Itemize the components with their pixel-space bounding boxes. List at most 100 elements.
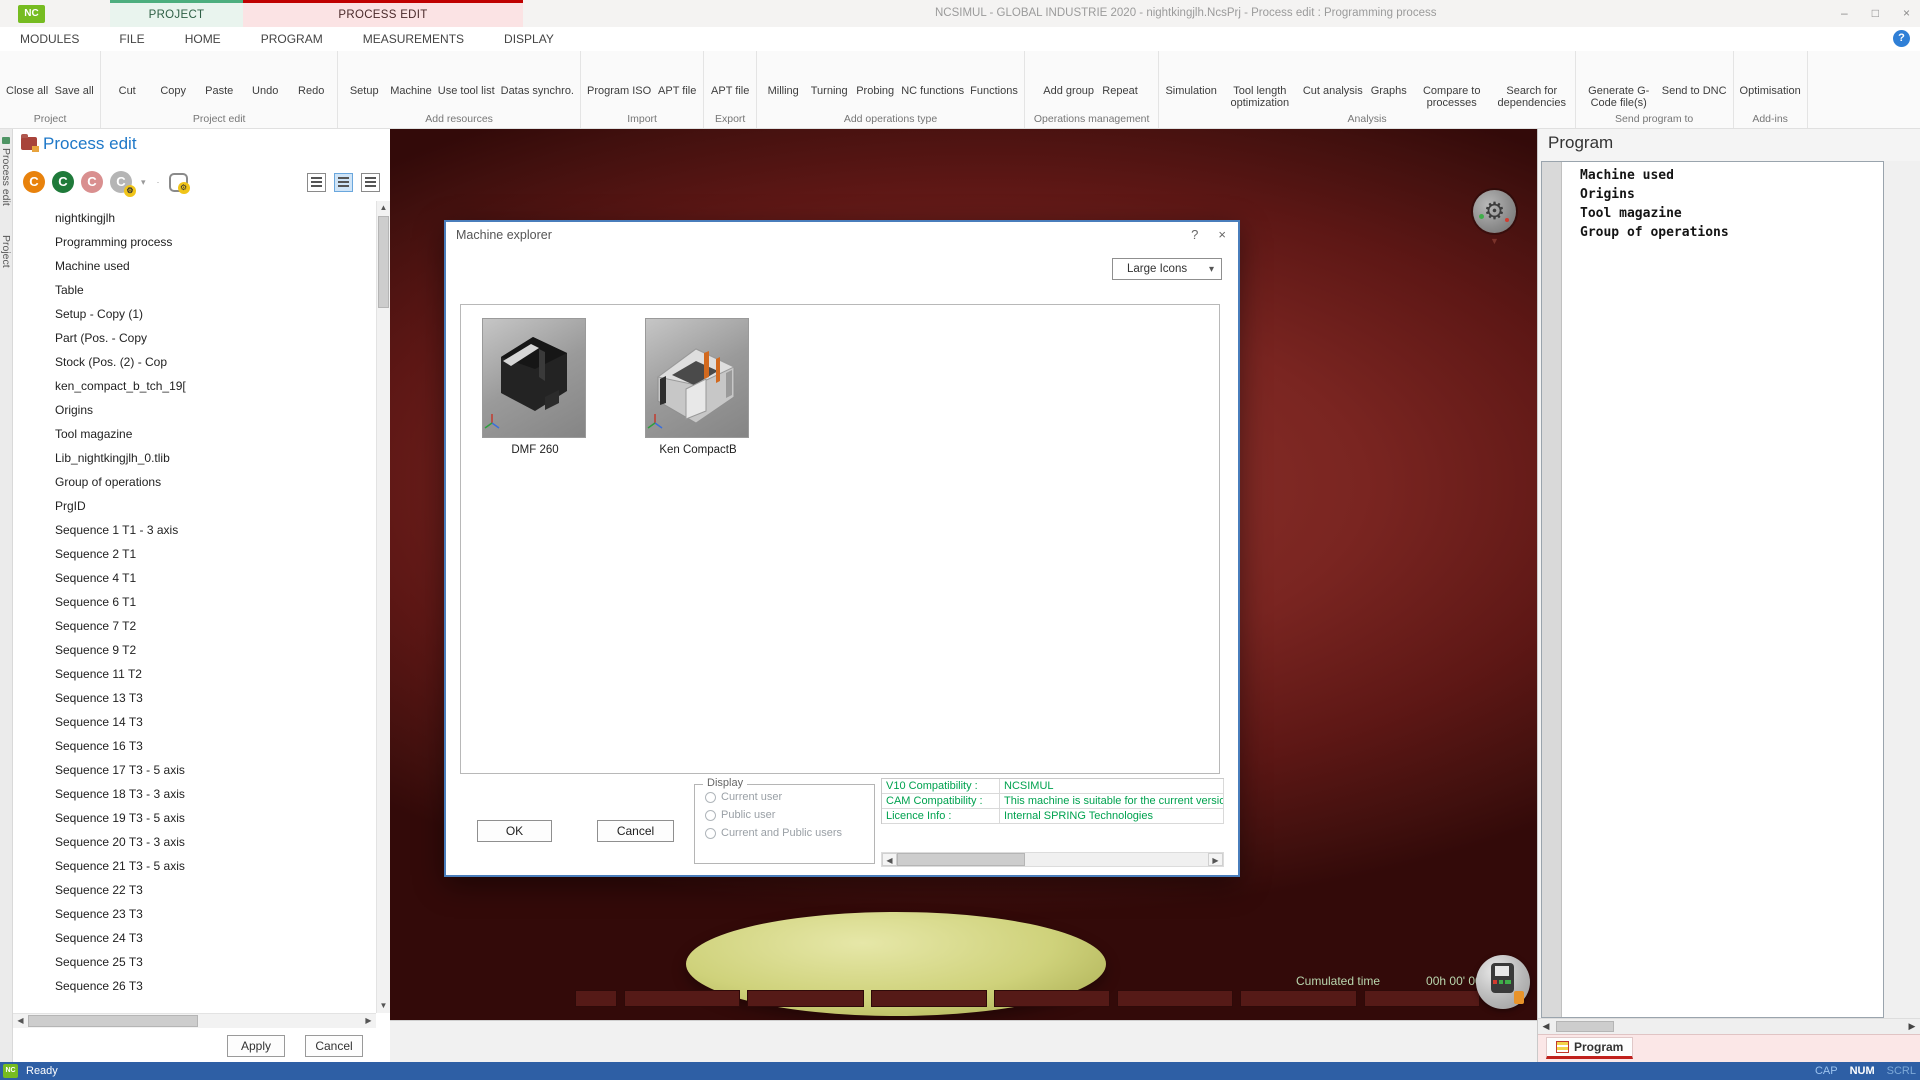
ribbon-button[interactable]: Machine [387,53,435,97]
tree-item[interactable]: Sequence 20 T3 - 3 axis [13,830,376,854]
view-large-button[interactable] [307,173,326,192]
ribbon-button[interactable]: Probing [852,53,898,97]
ribbon-button[interactable]: Use tool list [435,53,498,97]
ribbon-button[interactable]: Turning [806,53,852,97]
dialog-horizontal-scrollbar[interactable]: ◀ ▶ [881,852,1224,867]
tree-item[interactable]: Tool magazine [13,422,376,446]
scroll-left-icon[interactable]: ◀ [1538,1019,1554,1034]
ribbon-button[interactable]: Generate G-Code file(s) [1579,53,1659,109]
viewport-settings-caret-icon[interactable]: ▼ [1490,236,1499,246]
program-tab[interactable]: Program [1546,1037,1633,1059]
ribbon-tab[interactable]: MODULES [0,27,99,51]
scrollbar-thumb[interactable] [1556,1021,1614,1032]
ribbon-button[interactable]: Compare to processes [1412,53,1492,109]
tree-item[interactable]: Sequence 25 T3 [13,950,376,974]
tree-horizontal-scrollbar[interactable]: ◀ ▶ [13,1013,376,1028]
ribbon-button[interactable]: Cut [104,53,150,97]
scroll-left-icon[interactable]: ◀ [882,853,897,866]
scroll-right-icon[interactable]: ▶ [1904,1019,1920,1034]
tree-item[interactable]: Group of operations [13,470,376,494]
tree-item[interactable]: Sequence 21 T3 - 5 axis [13,854,376,878]
view-mode-select[interactable]: Large Icons [1112,258,1222,280]
ribbon-button[interactable]: APT file [707,53,753,97]
tree-item[interactable]: Sequence 26 T3 [13,974,376,998]
ribbon-tab[interactable]: DISPLAY [484,27,574,51]
ribbon-button[interactable]: Add group [1040,53,1097,97]
dialog-help-icon[interactable]: ? [1191,227,1198,242]
ribbon-button[interactable]: Setup [341,53,387,97]
tree-item[interactable]: Sequence 4 T1 [13,566,376,590]
close-button[interactable]: × [1903,0,1910,27]
tree-item[interactable]: Sequence 2 T1 [13,542,376,566]
scrollbar-thumb[interactable] [378,216,389,308]
viewport-settings-gear-icon[interactable] [1473,190,1516,233]
radio-icon[interactable] [705,810,716,821]
tree-item[interactable]: nightkingjlh [13,206,376,230]
restore-button[interactable]: □ [1872,0,1879,27]
tree-item[interactable]: Sequence 24 T3 [13,926,376,950]
apply-button[interactable]: Apply [227,1035,285,1057]
ribbon-tab[interactable]: PROGRAM [241,27,343,51]
ribbon-button[interactable]: Close all [3,53,51,97]
dialog-close-icon[interactable]: × [1218,227,1226,242]
side-tab[interactable]: Process edit [0,137,12,206]
program-item[interactable]: Tool magazine [1562,204,1883,223]
ribbon-button[interactable]: Undo [242,53,288,97]
process-settings-button[interactable]: C [110,171,132,193]
radio-option[interactable]: Current and Public users [705,827,874,839]
ribbon-button[interactable]: Search for dependencies [1492,53,1572,109]
tree-item[interactable]: Sequence 14 T3 [13,710,376,734]
ribbon-tab[interactable]: MEASUREMENTS [343,27,484,51]
ribbon-button[interactable]: Milling [760,53,806,97]
machine-control-gadget-icon[interactable] [1476,955,1530,1009]
ribbon-button[interactable]: Tool length optimization [1220,53,1300,109]
tree-item[interactable]: Programming process [13,230,376,254]
tree-item[interactable]: ken_compact_b_tch_19[ [13,374,376,398]
new-process-green-button[interactable]: C [52,171,74,193]
tree-item[interactable]: Sequence 9 T2 [13,638,376,662]
ribbon-button[interactable]: Redo [288,53,334,97]
ribbon-tab[interactable]: FILE [99,27,164,51]
tree-item[interactable]: Sequence 13 T3 [13,686,376,710]
program-item[interactable]: Machine used [1562,166,1883,185]
ribbon-button[interactable]: Optimisation [1737,53,1804,97]
machine-list[interactable]: DMF 260 [460,304,1220,774]
radio-option[interactable]: Current user [705,791,874,803]
help-icon[interactable]: ? [1893,30,1910,47]
new-process-red-button[interactable]: C [81,171,103,193]
machine-item[interactable]: Ken CompactB [645,318,751,456]
scroll-right-icon[interactable]: ▶ [1208,853,1223,866]
tree-item[interactable]: Lib_nightkingjlh_0.tlib [13,446,376,470]
radio-icon[interactable] [705,828,716,839]
tree-item[interactable]: Sequence 18 T3 - 3 axis [13,782,376,806]
ribbon-button[interactable]: Paste [196,53,242,97]
tree-item[interactable]: PrgID [13,494,376,518]
tree-item[interactable]: Stock (Pos. (2) - Cop [13,350,376,374]
ribbon-button[interactable]: Repeat [1097,53,1143,97]
view-small-button[interactable] [361,173,380,192]
minimize-button[interactable]: – [1841,0,1848,27]
tree-item[interactable]: Sequence 23 T3 [13,902,376,926]
tree-vertical-scrollbar[interactable]: ▲ ▼ [376,201,390,1013]
ribbon-button[interactable]: APT file [654,53,700,97]
side-tab[interactable]: Project [0,224,12,268]
program-horizontal-scrollbar[interactable]: ◀ ▶ [1538,1018,1920,1034]
tree-item[interactable]: Sequence 17 T3 - 5 axis [13,758,376,782]
radio-icon[interactable] [705,792,716,803]
ribbon-button[interactable]: Datas synchro. [498,53,577,97]
scroll-right-icon[interactable]: ▶ [361,1014,376,1028]
scrollbar-thumb[interactable] [897,853,1025,866]
tree-item[interactable]: Sequence 7 T2 [13,614,376,638]
machine-thumbnail[interactable] [482,318,586,438]
tree-item[interactable]: Sequence 6 T1 [13,590,376,614]
tree-item[interactable]: Sequence 11 T2 [13,662,376,686]
ribbon-button[interactable]: Simulation [1162,53,1219,97]
toolbar-dropdown-icon[interactable]: ▾ [141,177,146,188]
ribbon-button[interactable]: Save all [51,53,97,97]
tree-item[interactable]: Sequence 19 T3 - 5 axis [13,806,376,830]
scroll-up-icon[interactable]: ▲ [377,201,390,215]
ribbon-button[interactable]: Program ISO [584,53,654,97]
tree-item[interactable]: Setup - Copy (1) [13,302,376,326]
machine-item[interactable]: DMF 260 [482,318,588,456]
scrollbar-thumb[interactable] [28,1015,198,1027]
